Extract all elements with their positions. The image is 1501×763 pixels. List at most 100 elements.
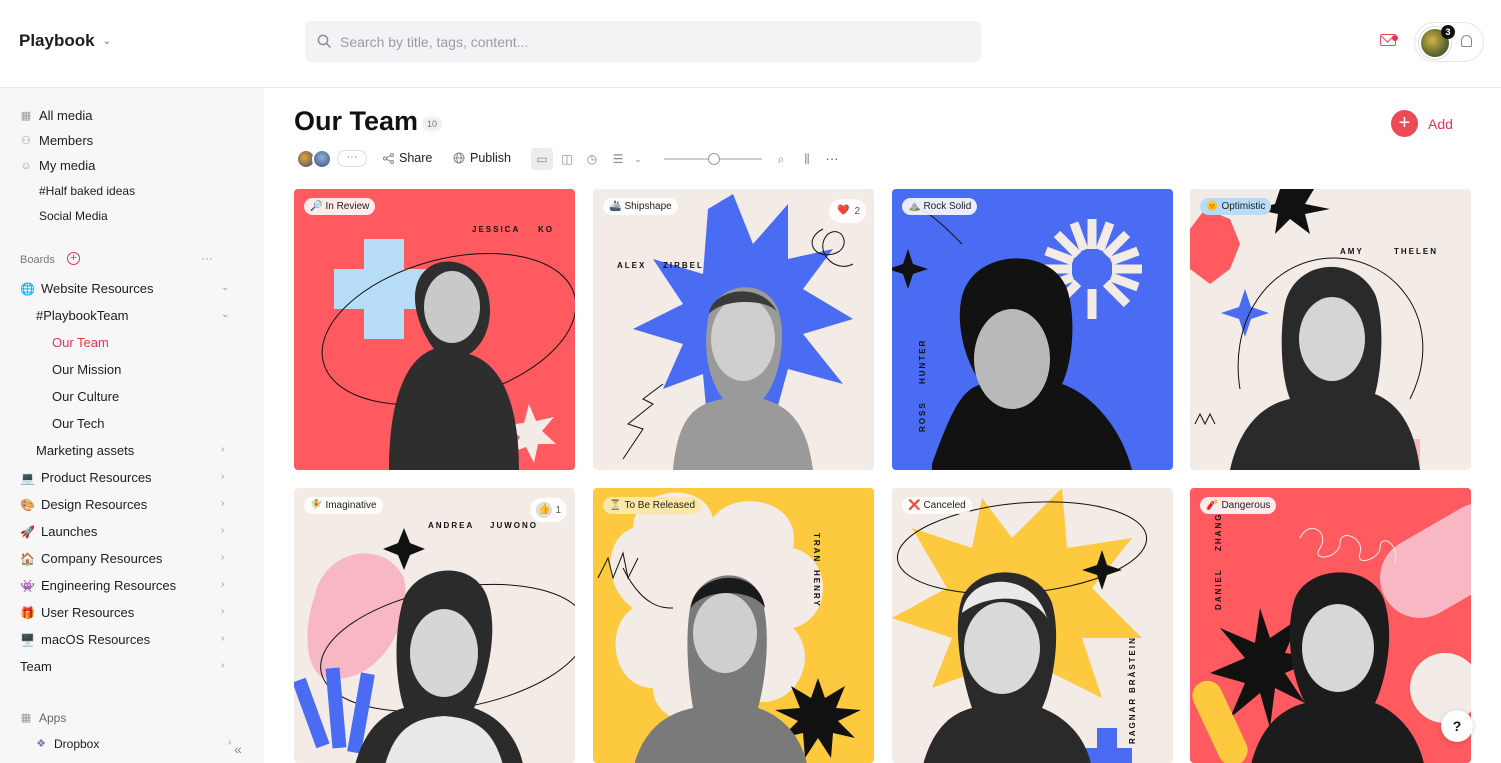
sidebar-item-user-resources[interactable]: 🎁 User Resources: [20, 605, 134, 620]
gift-icon: 🎁: [20, 605, 35, 620]
chevron-right-icon[interactable]: ›: [221, 606, 224, 617]
chevron-right-icon[interactable]: ›: [221, 660, 224, 671]
chevron-right-icon[interactable]: ›: [228, 737, 231, 748]
status-tag[interactable]: ⏳ To Be Released: [603, 497, 702, 514]
status-tag-label: Imaginative: [325, 500, 377, 511]
sidebar-item-product-resources[interactable]: 💻 Product Resources: [20, 470, 152, 485]
status-tag[interactable]: 🔎 In Review: [304, 198, 376, 215]
chevron-right-icon[interactable]: ›: [221, 525, 224, 536]
dropbox-icon: ❖: [36, 738, 46, 750]
sidebar-item-marketing-assets[interactable]: Marketing assets: [36, 443, 134, 458]
sidebar-item-label: Launches: [41, 524, 98, 539]
sidebar-item-website-resources[interactable]: 🌐 Website Resources: [20, 281, 153, 296]
heart-icon: ❤️: [837, 205, 850, 216]
sidebar-item-company-resources[interactable]: 🏠 Company Resources: [20, 551, 162, 566]
chevron-right-icon[interactable]: ›: [221, 579, 224, 590]
page-title: Our Team: [294, 106, 419, 136]
sidebar-item-label: Our Tech: [52, 416, 105, 431]
person-last-name: BRÅSTEIN: [1128, 636, 1137, 693]
sidebar-item-dropbox[interactable]: ❖ Dropbox: [35, 737, 99, 751]
add-button[interactable]: + Add: [1391, 110, 1453, 137]
person-first-name: JESSICA: [472, 225, 521, 234]
sidebar-item-engineering-resources[interactable]: 👾 Engineering Resources: [20, 578, 176, 593]
chevron-right-icon[interactable]: ›: [221, 633, 224, 644]
chevron-right-icon[interactable]: ›: [221, 444, 224, 455]
sidebar-item-label: My media: [39, 158, 96, 173]
media-card[interactable]: ⛰️ Rock Solid ROSS HUNTER: [892, 189, 1173, 470]
sun-icon: 🌞: [1206, 201, 1219, 212]
sidebar-item-team[interactable]: Team: [20, 659, 52, 674]
search-bar[interactable]: [305, 21, 981, 62]
filter-icon[interactable]: ⫼: [798, 150, 816, 168]
collaborator-avatars[interactable]: [296, 149, 336, 169]
media-card[interactable]: 🧚 Imaginative 👍 1 ANDREA JUWONO: [294, 488, 575, 763]
folder-view-icon[interactable]: ▭: [531, 148, 553, 170]
sidebar-item-label: #PlaybookTeam: [36, 308, 129, 323]
reaction-button[interactable]: ❤️ 2: [829, 199, 866, 223]
plus-icon: +: [1391, 110, 1418, 137]
person-first-name: RAGNAR: [1128, 696, 1137, 744]
reaction-button[interactable]: 👍 1: [530, 498, 567, 522]
media-card[interactable]: 🚢 Shipshape ❤️ 2 ALEX ZIRBEL: [593, 189, 874, 470]
bell-icon[interactable]: [1461, 35, 1472, 47]
apps-heading: ▦ Apps: [20, 711, 67, 725]
status-tag[interactable]: ❌ Canceled: [902, 497, 972, 514]
chevron-down-icon[interactable]: ⌄: [629, 150, 647, 168]
search-input[interactable]: [340, 33, 960, 50]
sidebar-item-design-resources[interactable]: 🎨 Design Resources: [20, 497, 147, 512]
boards-more-icon[interactable]: ···: [201, 251, 213, 265]
status-tag[interactable]: 🚢 Shipshape: [603, 198, 678, 215]
chevron-down-icon[interactable]: ⌄: [221, 282, 229, 293]
media-card[interactable]: ⏳ To Be Released HENRY TRAN: [593, 488, 874, 763]
help-button[interactable]: ?: [1441, 710, 1473, 742]
add-board-button[interactable]: +: [67, 252, 80, 265]
mountain-icon: ⛰️: [908, 201, 921, 212]
media-card[interactable]: ❌ Canceled RAGNAR BRÅSTEIN: [892, 488, 1173, 763]
sidebar-item-label: User Resources: [41, 605, 135, 620]
sidebar-item-playbookteam[interactable]: #PlaybookTeam: [36, 308, 129, 323]
status-tag[interactable]: 🧨 Dangerous: [1200, 497, 1277, 514]
notification-count-badge: 3: [1441, 25, 1455, 39]
media-card[interactable]: 🌞 Optimistic AMY THELEN: [1190, 189, 1471, 470]
sidebar-item-launches[interactable]: 🚀 Launches: [20, 524, 97, 539]
sidebar-item-label: Product Resources: [41, 470, 152, 485]
share-button[interactable]: Share: [383, 151, 432, 165]
person-first-name: ANDREA: [428, 521, 475, 530]
chevron-right-icon[interactable]: ›: [221, 552, 224, 563]
sidebar-item-our-culture[interactable]: Our Culture: [52, 389, 119, 404]
sidebar-item-our-team[interactable]: Our Team: [52, 335, 109, 350]
status-tag[interactable]: 🌞 Optimistic: [1200, 198, 1272, 215]
avatar: [312, 149, 332, 169]
sidebar-item-my-media[interactable]: ☺ My media: [20, 158, 95, 173]
sidebar-item-our-mission[interactable]: Our Mission: [52, 362, 121, 377]
sidebar-item-members[interactable]: ⚇ Members: [20, 133, 93, 148]
status-tag[interactable]: 🧚 Imaginative: [304, 497, 383, 514]
publish-button[interactable]: Publish: [453, 151, 511, 165]
status-tag[interactable]: ⛰️ Rock Solid: [902, 198, 978, 215]
media-card[interactable]: 🔎 In Review JESSICA KO: [294, 189, 575, 470]
publish-label: Publish: [470, 151, 511, 165]
chevron-down-icon[interactable]: ⌄: [221, 309, 229, 320]
sidebar-item-macos-resources[interactable]: 🖥️ macOS Resources: [20, 632, 150, 647]
chevron-right-icon[interactable]: ›: [221, 498, 224, 509]
board-view-icon[interactable]: ◫: [558, 150, 576, 168]
sidebar: ▦ All media ⚇ Members ☺ My media #Half b…: [0, 88, 264, 763]
list-icon[interactable]: ☰: [609, 150, 627, 168]
sidebar-item-our-tech[interactable]: Our Tech: [52, 416, 105, 431]
search-icon[interactable]: ⌕: [772, 150, 790, 168]
sidebar-item-all-media[interactable]: ▦ All media: [20, 108, 93, 123]
more-collaborators-button[interactable]: ···: [337, 150, 367, 167]
more-options-icon[interactable]: ···: [823, 150, 841, 168]
zoom-slider-handle[interactable]: [708, 153, 720, 165]
workspace-switcher[interactable]: Playbook ⌄: [19, 31, 111, 51]
firecracker-icon: 🧨: [1206, 500, 1219, 511]
sidebar-item-social-media[interactable]: Social Media: [39, 209, 108, 223]
laptop-icon: 💻: [20, 470, 35, 485]
collapse-sidebar-icon[interactable]: «: [234, 741, 242, 757]
sidebar-item-label: Company Resources: [41, 551, 163, 566]
media-card[interactable]: 🧨 Dangerous DANIEL ZHANG: [1190, 488, 1471, 763]
sidebar-item-half-baked-ideas[interactable]: #Half baked ideas: [39, 184, 135, 198]
clock-icon[interactable]: ◷: [583, 150, 601, 168]
globe-icon: [453, 152, 465, 164]
chevron-right-icon[interactable]: ›: [221, 471, 224, 482]
